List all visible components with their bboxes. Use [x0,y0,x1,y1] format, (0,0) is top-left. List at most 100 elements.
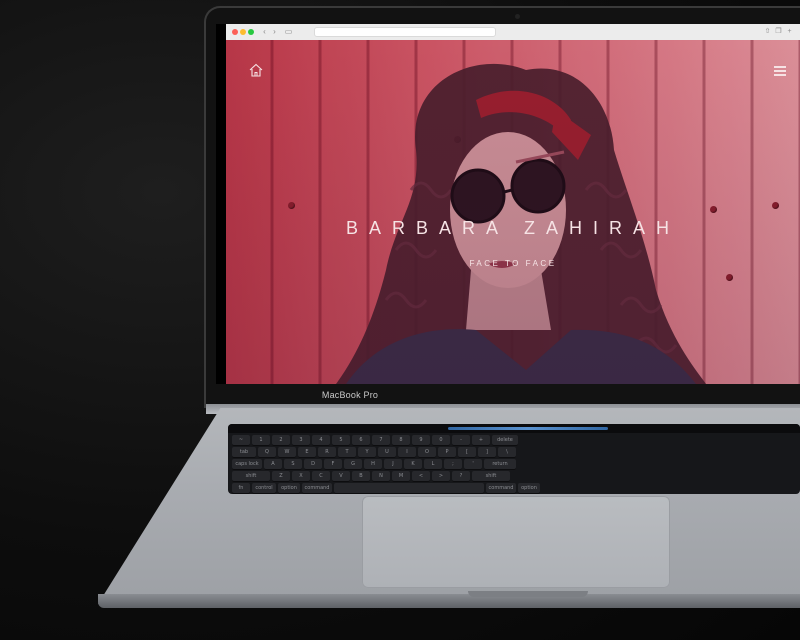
key-label: H [371,461,375,467]
keyboard-key[interactable]: 4 [312,435,330,446]
keyboard-row: ~1 2 3 4 5 6 7 8 9 0 - + delete [232,435,800,446]
key-label: I [406,449,408,455]
key-label: + [478,437,484,443]
site-subtitle: FACE TO FACE [469,259,557,268]
keyboard-key[interactable]: H [364,459,382,470]
key-label: ? [459,473,463,479]
keyboard-key[interactable]: B [352,471,370,482]
keyboard-key[interactable]: + [472,435,490,446]
key-label: option [521,485,537,491]
keyboard-key[interactable]: 7 [372,435,390,446]
keyboard-key[interactable]: 0 [432,435,450,446]
space-key[interactable] [334,483,484,494]
keyboard-key[interactable]: G [344,459,362,470]
keyboard-key[interactable]: command [486,483,516,494]
keyboard-key[interactable]: ' [464,459,482,470]
touch-bar[interactable] [228,424,800,433]
key-label: [ [466,449,468,455]
keyboard-key[interactable]: Y [358,447,376,458]
keyboard-key[interactable]: 3 [292,435,310,446]
keyboard-key[interactable]: O [418,447,436,458]
keyboard-key[interactable]: ; [444,459,462,470]
key-label: < [418,473,424,479]
sidebar-icon[interactable]: ▭ [284,27,293,37]
keyboard-key[interactable]: delete [492,435,518,446]
keyboard-key[interactable]: S [284,459,302,470]
key-label: Q [265,449,269,455]
keyboard-key[interactable]: 6 [352,435,370,446]
keyboard-key[interactable]: D [304,459,322,470]
key-label: 0 [439,437,443,443]
keyboard-key[interactable]: command [302,483,332,494]
keyboard-key[interactable]: ] [478,447,496,458]
keyboard-key[interactable]: option [518,483,540,494]
keyboard-key[interactable]: L [424,459,442,470]
trackpad[interactable] [362,496,670,588]
keyboard-key[interactable]: 8 [392,435,410,446]
keyboard-key[interactable]: return [484,459,516,470]
keyboard-key[interactable]: Q [258,447,276,458]
keyboard-key[interactable]: A [264,459,282,470]
keyboard-row: fn control option command command option [232,483,800,494]
keyboard-key[interactable]: E [298,447,316,458]
key-label: shift [245,473,257,479]
key-label: C [319,473,323,479]
keyboard-key[interactable]: > [432,471,450,482]
hero-section: BARBARA ZAHIRAH FACE TO FACE [226,40,800,384]
key-label: 1 [259,437,263,443]
keyboard-key[interactable]: shift [232,471,270,482]
keyboard-key[interactable]: 5 [332,435,350,446]
keyboard-key[interactable]: Z [272,471,290,482]
keyboard-key[interactable]: shift [472,471,510,482]
hamburger-menu-icon[interactable] [774,66,786,76]
keyboard-key[interactable]: < [412,471,430,482]
keyboard-key[interactable]: \ [498,447,516,458]
keyboard-key[interactable]: ? [452,471,470,482]
share-icon[interactable]: ⇧ [763,27,772,37]
keyboard-key[interactable]: F [324,459,342,470]
new-tab-icon[interactable]: + [785,27,794,37]
keyboard-key[interactable]: N [372,471,390,482]
keyboard-key[interactable]: K [404,459,422,470]
keyboard-key[interactable]: ~ [232,435,250,446]
keyboard-key[interactable]: I [398,447,416,458]
minimize-window-button[interactable] [240,29,246,35]
key-label: 3 [299,437,303,443]
address-bar[interactable] [314,27,496,37]
key-label: 7 [379,437,383,443]
chevron-left-icon[interactable]: ‹ [260,27,269,37]
keyboard-row: tab Q W E R T Y U I O P [] \ [232,447,800,458]
key-label: delete [497,437,513,443]
key-label: W [284,449,290,455]
keyboard-key[interactable]: caps lock [232,459,262,470]
keyboard-key[interactable]: X [292,471,310,482]
keyboard-key[interactable]: 9 [412,435,430,446]
keyboard-key[interactable]: V [332,471,350,482]
keyboard-key[interactable]: J [384,459,402,470]
chevron-right-icon[interactable]: › [270,27,279,37]
keyboard-key[interactable]: U [378,447,396,458]
lid-notch [468,591,588,597]
key-label: V [339,473,343,479]
keyboard-key[interactable]: W [278,447,296,458]
keyboard-key[interactable]: T [338,447,356,458]
keyboard-key[interactable]: - [452,435,470,446]
keyboard-key[interactable]: C [312,471,330,482]
key-label: > [438,473,444,479]
home-icon[interactable] [248,62,264,78]
keyboard-key[interactable]: 1 [252,435,270,446]
keyboard-key[interactable]: 2 [272,435,290,446]
keyboard-key[interactable]: option [278,483,300,494]
keyboard-key[interactable]: control [252,483,276,494]
keyboard-key[interactable]: M [392,471,410,482]
maximize-window-button[interactable] [248,29,254,35]
keyboard-key[interactable]: P [438,447,456,458]
tabs-icon[interactable]: ❐ [774,27,783,37]
hero-overlay [226,40,800,384]
keyboard-key[interactable]: R [318,447,336,458]
keyboard-key[interactable]: [ [458,447,476,458]
key-label: D [311,461,315,467]
keyboard-key[interactable]: fn [232,483,250,494]
close-window-button[interactable] [232,29,238,35]
keyboard-key[interactable]: tab [232,447,256,458]
